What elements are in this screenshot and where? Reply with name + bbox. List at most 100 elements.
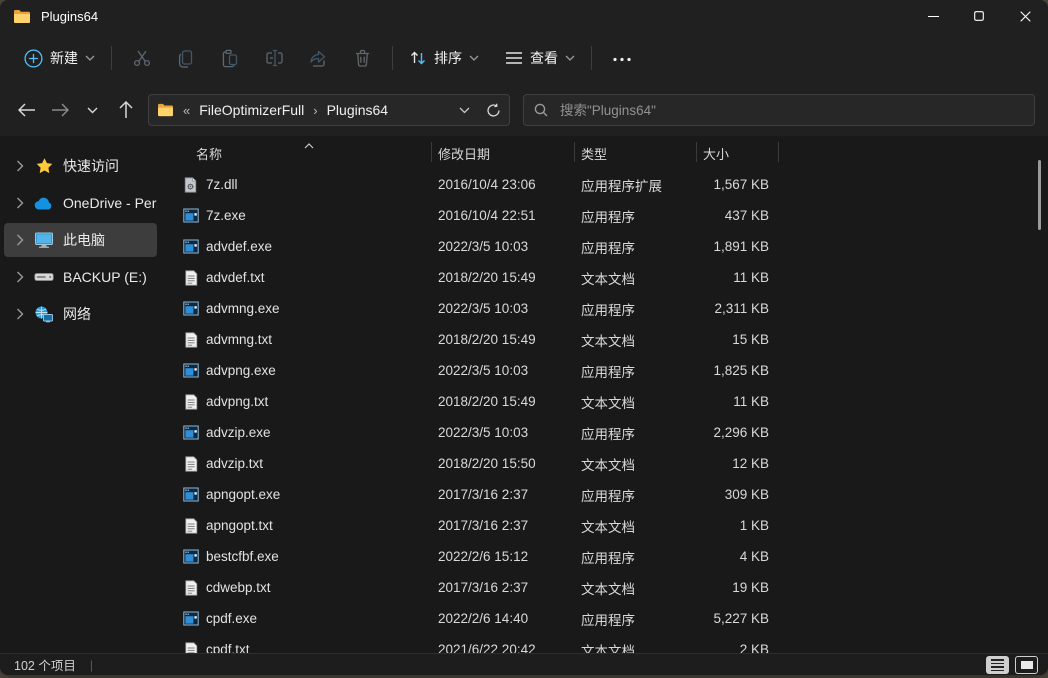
column-divider[interactable]: [431, 142, 432, 162]
expand-chevron-icon[interactable]: [12, 308, 28, 320]
folder-icon: [13, 9, 31, 24]
cut-icon: [132, 48, 152, 68]
table-row[interactable]: advdef.exe2022/3/5 10:03应用程序1,891 KB: [161, 231, 1048, 262]
column-divider[interactable]: [696, 142, 697, 162]
chevron-down-icon: [87, 107, 98, 114]
address-bar[interactable]: « FileOptimizerFull › Plugins64: [148, 94, 510, 126]
file-name: advmng.txt: [206, 324, 272, 355]
vertical-scrollbar[interactable]: [1038, 160, 1041, 230]
table-row[interactable]: advzip.exe2022/3/5 10:03应用程序2,296 KB: [161, 417, 1048, 448]
share-button[interactable]: [296, 40, 340, 76]
table-row[interactable]: apngopt.txt2017/3/16 2:37文本文档1 KB: [161, 510, 1048, 541]
table-row[interactable]: 7z.exe2016/10/4 22:51应用程序437 KB: [161, 200, 1048, 231]
column-divider[interactable]: [574, 142, 575, 162]
sidebar-item-3[interactable]: 此电脑: [4, 223, 157, 257]
file-date-modified: 2022/2/6 15:12: [438, 541, 528, 572]
txt-file-icon: [182, 448, 199, 479]
table-row[interactable]: 7z.dll2016/10/4 23:06应用程序扩展1,567 KB: [161, 169, 1048, 200]
table-row[interactable]: apngopt.exe2017/3/16 2:37应用程序309 KB: [161, 479, 1048, 510]
sort-button-label: 排序: [434, 48, 462, 68]
table-row[interactable]: advmng.exe2022/3/5 10:03应用程序2,311 KB: [161, 293, 1048, 324]
details-view-toggle[interactable]: [986, 656, 1009, 674]
file-name: advzip.exe: [206, 417, 271, 448]
table-row[interactable]: cdwebp.txt2017/3/16 2:37文本文档19 KB: [161, 572, 1048, 603]
refresh-button[interactable]: [486, 103, 501, 118]
paste-button[interactable]: [208, 40, 252, 76]
txt-file-icon: [182, 572, 199, 603]
rename-button[interactable]: [252, 40, 296, 76]
details-view-icon: [991, 659, 1004, 671]
file-date-modified: 2018/2/20 15:49: [438, 262, 536, 293]
expand-chevron-icon[interactable]: [12, 271, 28, 283]
file-size: 11 KB: [661, 262, 769, 293]
delete-button[interactable]: [340, 40, 384, 76]
search-box[interactable]: [523, 94, 1035, 126]
file-size: 437 KB: [661, 200, 769, 231]
new-button[interactable]: 新建: [16, 42, 103, 74]
chevron-down-icon: [565, 55, 575, 61]
table-row[interactable]: bestcfbf.exe2022/2/6 15:12应用程序4 KB: [161, 541, 1048, 572]
navigation-pane: 快速访问OneDrive - Personal 此电脑 BACKUP (E:)网络: [0, 136, 161, 653]
sort-button[interactable]: 排序: [401, 42, 487, 74]
expand-chevron-icon[interactable]: [12, 160, 28, 172]
minimize-button[interactable]: [910, 0, 956, 32]
arrow-up-icon: [119, 101, 133, 119]
table-row[interactable]: cpdf.txt2021/6/22 20:42文本文档2 KB: [161, 634, 1048, 653]
drive-icon: [34, 267, 54, 287]
more-options-button[interactable]: [600, 45, 644, 71]
file-size: 1,825 KB: [661, 355, 769, 386]
file-size: 1,567 KB: [661, 169, 769, 200]
table-row[interactable]: advmng.txt2018/2/20 15:49文本文档15 KB: [161, 324, 1048, 355]
sidebar-item-5[interactable]: 网络: [4, 297, 157, 331]
copy-button[interactable]: [164, 40, 208, 76]
breadcrumb-separator[interactable]: ›: [313, 103, 317, 118]
sidebar-item-label: 此电脑: [63, 230, 105, 250]
table-row[interactable]: cpdf.exe2022/2/6 14:40应用程序5,227 KB: [161, 603, 1048, 634]
exe-file-icon: [182, 355, 199, 386]
expand-chevron-icon[interactable]: [12, 197, 28, 209]
sidebar-item-4[interactable]: BACKUP (E:): [4, 260, 157, 294]
column-header-date[interactable]: 修改日期: [438, 144, 490, 163]
close-button[interactable]: [1002, 0, 1048, 32]
cloud-icon: [34, 193, 54, 213]
column-header-type[interactable]: 类型: [581, 144, 607, 163]
copy-icon: [176, 48, 196, 68]
maximize-button[interactable]: [956, 0, 1002, 32]
back-button[interactable]: [10, 94, 43, 127]
breadcrumb-item[interactable]: FileOptimizerFull: [199, 102, 304, 118]
file-type: 应用程序: [581, 479, 635, 510]
column-divider[interactable]: [778, 142, 779, 162]
forward-button[interactable]: [43, 94, 76, 127]
file-type: 应用程序: [581, 355, 635, 386]
file-date-modified: 2018/2/20 15:49: [438, 386, 536, 417]
dll-file-icon: [182, 169, 199, 200]
expand-chevron-icon[interactable]: [12, 234, 28, 246]
sidebar-item-1[interactable]: 快速访问: [4, 149, 157, 183]
file-list: 名称 修改日期 类型 大小 7z.dll2016/10/4 23:06应用程序扩…: [161, 136, 1048, 653]
breadcrumb-collapsed[interactable]: «: [183, 103, 190, 118]
large-icons-view-toggle[interactable]: [1015, 656, 1038, 674]
arrow-right-icon: [51, 103, 69, 117]
file-size: 19 KB: [661, 572, 769, 603]
recent-locations-button[interactable]: [76, 94, 109, 127]
refresh-icon: [486, 103, 501, 118]
sidebar-item-2[interactable]: OneDrive - Personal: [4, 186, 157, 220]
breadcrumb-item[interactable]: Plugins64: [327, 102, 389, 118]
column-header-size[interactable]: 大小: [703, 144, 729, 163]
column-header-name[interactable]: 名称: [196, 144, 222, 163]
toolbar-divider: [591, 46, 592, 70]
table-row[interactable]: advpng.exe2022/3/5 10:03应用程序1,825 KB: [161, 355, 1048, 386]
file-name: apngopt.txt: [206, 510, 273, 541]
trash-icon: [353, 48, 372, 68]
cut-button[interactable]: [120, 40, 164, 76]
table-row[interactable]: advzip.txt2018/2/20 15:50文本文档12 KB: [161, 448, 1048, 479]
exe-file-icon: [182, 541, 199, 572]
table-row[interactable]: advpng.txt2018/2/20 15:49文本文档11 KB: [161, 386, 1048, 417]
search-input[interactable]: [558, 102, 1024, 119]
view-button[interactable]: 查看: [497, 42, 583, 74]
table-row[interactable]: advdef.txt2018/2/20 15:49文本文档11 KB: [161, 262, 1048, 293]
file-date-modified: 2021/6/22 20:42: [438, 634, 536, 653]
exe-file-icon: [182, 293, 199, 324]
address-dropdown-button[interactable]: [459, 107, 470, 114]
up-button[interactable]: [109, 94, 142, 127]
